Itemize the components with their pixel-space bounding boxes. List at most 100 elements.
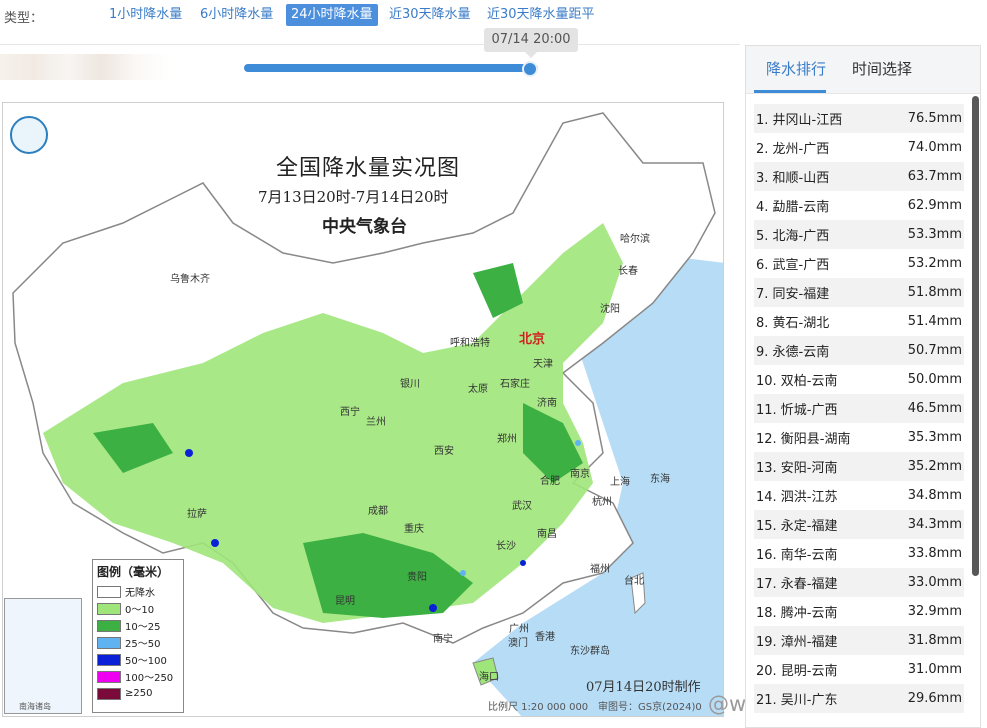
tab-1h-precip[interactable]: 1小时降水量 bbox=[104, 4, 187, 26]
city-label: 台北 bbox=[624, 576, 644, 587]
ranking-value: 46.5mm bbox=[907, 401, 962, 416]
ranking-value: 35.3mm bbox=[907, 430, 962, 445]
city-label: 乌鲁木齐 bbox=[170, 274, 210, 285]
ranking-row[interactable]: 21. 吴川-广东 29.6mm bbox=[754, 684, 964, 713]
map-agency: 中央气象台 bbox=[322, 217, 407, 237]
time-slider-handle[interactable] bbox=[522, 61, 538, 77]
ranking-station: 16. 南华-云南 bbox=[756, 548, 838, 563]
city-label: 南宁 bbox=[433, 634, 453, 645]
ranking-row[interactable]: 12. 衡阳县-湖南 35.3mm bbox=[754, 423, 964, 452]
city-label: 海口 bbox=[479, 672, 499, 683]
ranking-station: 2. 龙州-广西 bbox=[756, 142, 830, 157]
ranking-row[interactable]: 2. 龙州-广西 74.0mm bbox=[754, 133, 964, 162]
ranking-row[interactable]: 14. 泗洪-江苏 34.8mm bbox=[754, 481, 964, 510]
city-label: 香港 bbox=[535, 632, 555, 643]
city-label: 成都 bbox=[368, 506, 388, 517]
ranking-station: 4. 勐腊-云南 bbox=[756, 200, 830, 215]
tab-30d-anomaly[interactable]: 近30天降水量距平 bbox=[482, 4, 600, 26]
ranking-row[interactable]: 8. 黄石-湖北 51.4mm bbox=[754, 307, 964, 336]
heavy-rain-dot bbox=[211, 539, 219, 547]
map-subtitle: 7月13日20时-7月14日20时 bbox=[258, 188, 449, 206]
ranking-row[interactable]: 9. 永德-云南 50.7mm bbox=[754, 336, 964, 365]
ranking-row[interactable]: 10. 双柏-云南 50.0mm bbox=[754, 365, 964, 394]
ranking-row[interactable]: 20. 昆明-云南 31.0mm bbox=[754, 655, 964, 684]
city-label: 东沙群岛 bbox=[570, 646, 610, 657]
ranking-row[interactable]: 3. 和顺-山西 63.7mm bbox=[754, 162, 964, 191]
city-label: 杭州 bbox=[592, 497, 612, 508]
map-made-time: 07月14日20时制作 bbox=[586, 680, 701, 695]
cma-logo-icon bbox=[10, 116, 48, 154]
time-tooltip: 07/14 20:00 bbox=[484, 28, 578, 58]
ranking-value: 63.7mm bbox=[907, 169, 962, 184]
ranking-row[interactable]: 13. 安阳-河南 35.2mm bbox=[754, 452, 964, 481]
legend-title: 图例（毫米） bbox=[97, 565, 170, 579]
heavy-rain-dot bbox=[520, 560, 526, 566]
ranking-station: 15. 永定-福建 bbox=[756, 519, 838, 534]
legend-item: 0～10 bbox=[97, 600, 179, 617]
tab-24h-precip[interactable]: 24小时降水量 bbox=[286, 4, 378, 26]
city-label: 重庆 bbox=[404, 524, 424, 535]
city-label: 兰州 bbox=[366, 417, 386, 428]
ranking-station: 19. 漳州-福建 bbox=[756, 635, 838, 650]
heavy-rain-dot bbox=[575, 440, 581, 446]
heavy-rain-dot bbox=[460, 570, 466, 576]
ranking-row[interactable]: 15. 永定-福建 34.3mm bbox=[754, 510, 964, 539]
ranking-list: 1. 井冈山-江西 76.5mm 2. 龙州-广西 74.0mm 3. 和顺-山西 63.… bbox=[754, 104, 964, 713]
legend-item: 25～50 bbox=[97, 634, 179, 651]
ranking-row[interactable]: 6. 武宣-广西 53.2mm bbox=[754, 249, 964, 278]
divider bbox=[0, 44, 740, 45]
city-label: 郑州 bbox=[497, 434, 517, 445]
map-scale: 比例尺 1:20 000 000 bbox=[488, 702, 589, 713]
city-label: 济南 bbox=[537, 398, 557, 409]
active-tab-underline bbox=[754, 90, 826, 93]
legend-item: 无降水 bbox=[97, 583, 179, 600]
ranking-row[interactable]: 5. 北海-广西 53.3mm bbox=[754, 220, 964, 249]
legend-label: 10～25 bbox=[125, 622, 161, 633]
ranking-row[interactable]: 16. 南华-云南 33.8mm bbox=[754, 539, 964, 568]
legend-swatch bbox=[97, 585, 121, 598]
city-label: 拉萨 bbox=[187, 509, 207, 520]
heavy-rain-dot bbox=[429, 604, 437, 612]
ranking-value: 29.6mm bbox=[907, 691, 962, 706]
ranking-value: 32.9mm bbox=[907, 604, 962, 619]
city-label: 沈阳 bbox=[600, 304, 620, 315]
legend-swatch bbox=[97, 602, 121, 615]
ranking-value: 33.8mm bbox=[907, 546, 962, 561]
tab-time-select[interactable]: 时间选择 bbox=[852, 58, 912, 79]
city-label: 长春 bbox=[618, 266, 638, 277]
city-label: 银川 bbox=[400, 379, 420, 390]
time-slider-fill bbox=[244, 64, 538, 72]
ranking-row[interactable]: 1. 井冈山-江西 76.5mm bbox=[754, 104, 964, 133]
ranking-row[interactable]: 18. 腾冲-云南 32.9mm bbox=[754, 597, 964, 626]
ranking-value: 31.0mm bbox=[907, 662, 962, 677]
city-label: 哈尔滨 bbox=[620, 234, 650, 245]
ranking-row[interactable]: 4. 勐腊-云南 62.9mm bbox=[754, 191, 964, 220]
tab-30d-precip[interactable]: 近30天降水量 bbox=[384, 4, 476, 26]
panel-scrollbar[interactable] bbox=[972, 96, 979, 576]
time-slider-track[interactable] bbox=[244, 64, 538, 72]
ranking-row[interactable]: 7. 同安-福建 51.8mm bbox=[754, 278, 964, 307]
ranking-row[interactable]: 11. 忻城-广西 46.5mm bbox=[754, 394, 964, 423]
tab-precip-ranking[interactable]: 降水排行 bbox=[766, 58, 826, 79]
city-label: 西安 bbox=[434, 446, 454, 457]
ranking-station: 10. 双柏-云南 bbox=[756, 374, 838, 389]
ranking-station: 5. 北海-广西 bbox=[756, 229, 830, 244]
city-label: 澳门 bbox=[508, 638, 528, 649]
ranking-value: 53.3mm bbox=[907, 227, 962, 242]
city-label: 上海 bbox=[610, 477, 630, 488]
play-controls[interactable] bbox=[0, 54, 170, 80]
ranking-value: 34.8mm bbox=[907, 488, 962, 503]
ranking-value: 33.0mm bbox=[907, 575, 962, 590]
ranking-value: 50.7mm bbox=[907, 343, 962, 358]
ranking-station: 6. 武宣-广西 bbox=[756, 258, 830, 273]
city-label: 广州 bbox=[509, 624, 529, 635]
city-label: 呼和浩特 bbox=[450, 338, 490, 349]
ranking-row[interactable]: 17. 永春-福建 33.0mm bbox=[754, 568, 964, 597]
city-label: 天津 bbox=[533, 359, 553, 370]
legend-label: 25～50 bbox=[125, 639, 161, 650]
south-china-sea-inset: 南海诸岛 bbox=[4, 598, 82, 714]
ranking-value: 62.9mm bbox=[907, 198, 962, 213]
ranking-station: 3. 和顺-山西 bbox=[756, 171, 830, 186]
ranking-row[interactable]: 19. 漳州-福建 31.8mm bbox=[754, 626, 964, 655]
tab-6h-precip[interactable]: 6小时降水量 bbox=[195, 4, 278, 26]
